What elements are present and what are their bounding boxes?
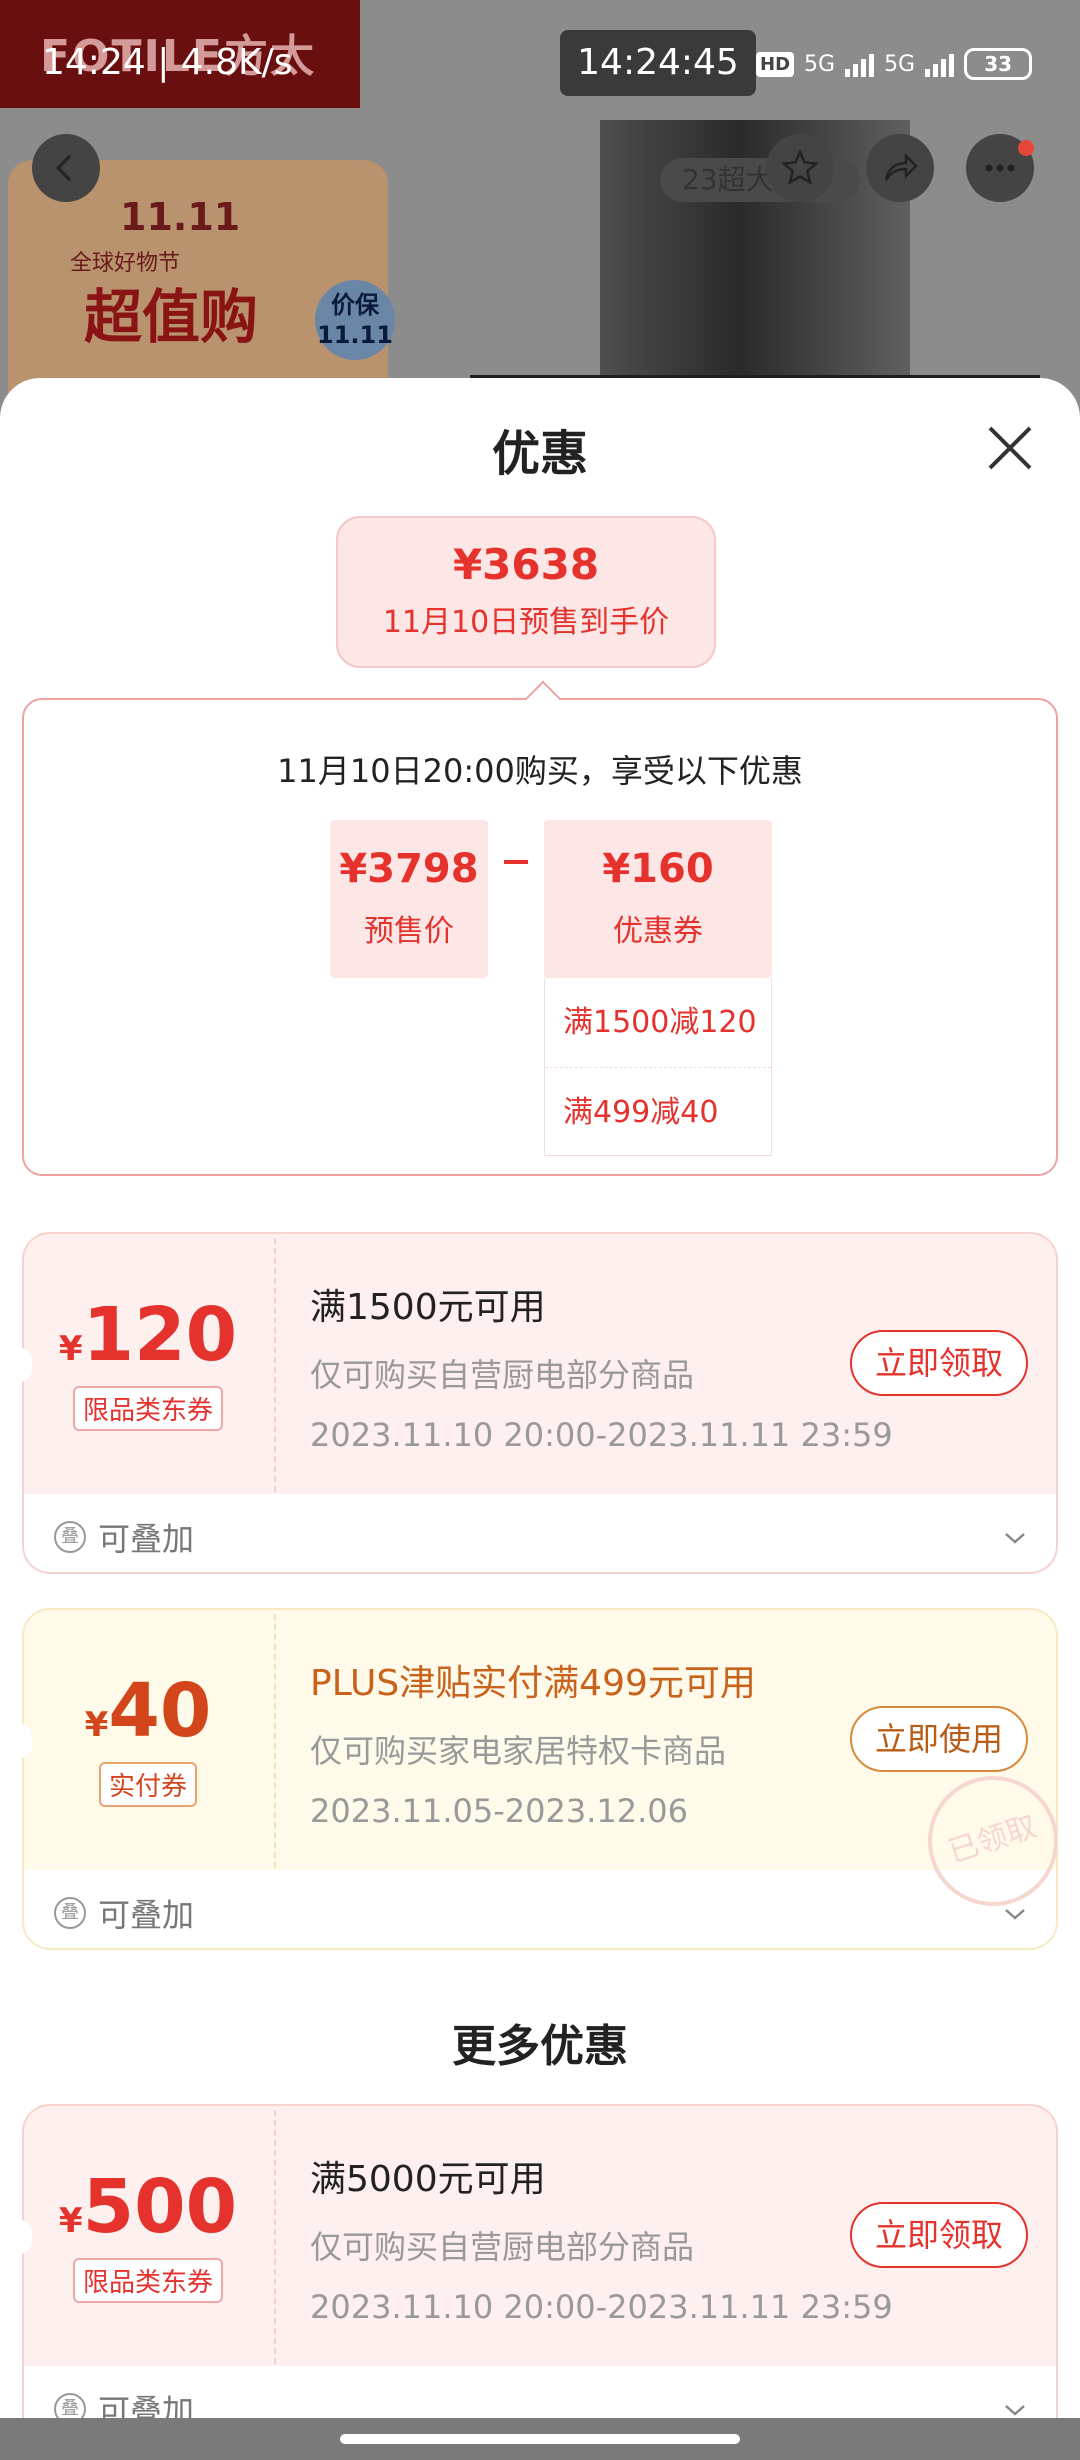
status-time-speed: 14:24 | 4.8K/s	[42, 42, 293, 83]
stack-icon: 叠	[54, 1521, 86, 1553]
more-discounts-heading: 更多优惠	[452, 2021, 628, 2072]
coupon-card: ¥40 实付券 PLUS津贴实付满499元可用 仅可购买家电家居特权卡商品 20…	[20, 1608, 1075, 1950]
stackable-toggle[interactable]: 叠 可叠加	[54, 2386, 194, 2418]
promo-title: 超值购	[84, 283, 259, 351]
stack-icon: 叠	[54, 2393, 86, 2418]
presale-price-label: 预售价	[364, 914, 454, 949]
chevron-down-icon[interactable]	[1000, 1904, 1030, 1924]
presale-price-cell: ¥3798 预售价	[330, 820, 488, 978]
coupon-amount: ¥500 限品类东券	[22, 2164, 274, 2303]
battery-icon: 33	[964, 48, 1033, 80]
share-icon	[884, 152, 918, 181]
coupon-validity: 2023.11.10 20:00-2023.11.11 23:59	[310, 2288, 893, 2326]
use-button[interactable]: 立即使用	[850, 1706, 1028, 1772]
coupon-value: 40	[108, 1668, 212, 1754]
stackable-toggle[interactable]: 叠 可叠加	[54, 1890, 194, 1936]
signal-icon	[845, 51, 875, 77]
share-button[interactable]	[866, 134, 934, 202]
minus-sign	[504, 860, 528, 864]
coupon-card: ¥120 限品类东券 满1500元可用 仅可购买自营厨电部分商品 2023.11…	[20, 1232, 1058, 1574]
chevron-down-icon[interactable]	[1000, 1528, 1030, 1548]
coupon-validity: 2023.11.10 20:00-2023.11.11 23:59	[310, 1416, 893, 1454]
coupon-scope: 仅可购买自营厨电部分商品	[310, 1356, 695, 1394]
coupon-divider	[274, 1614, 276, 1868]
sheet-title: 优惠	[491, 426, 588, 482]
coupon-condition: 满1500元可用	[310, 1287, 546, 1328]
close-button[interactable]	[980, 418, 1040, 478]
favorite-button[interactable]	[766, 134, 834, 202]
coupon-breakdown-list: 满1500减120 满499减40	[544, 978, 772, 1156]
more-icon	[985, 164, 1015, 172]
coupon-breakdown-item: 满1500减120	[563, 1005, 757, 1040]
stackable-label: 可叠加	[98, 2392, 195, 2418]
final-price: ¥3638	[452, 540, 600, 589]
discount-sheet: 优惠 ¥3638 11月10日预售到手价 11月10日20:00购买，享受以下优…	[0, 378, 1080, 2418]
home-indicator[interactable]	[340, 2434, 740, 2444]
close-icon	[988, 426, 1032, 470]
coupon-card: ¥500 限品类东券 满5000元可用 仅可购买自营厨电部分商品 2023.11…	[20, 2104, 1058, 2418]
presale-price-value: ¥3798	[339, 846, 479, 892]
coupon-scope: 仅可购买自营厨电部分商品	[310, 2228, 695, 2266]
network-label-1: 5G	[804, 51, 836, 77]
coupon-amount: ¥120 限品类东券	[22, 1292, 274, 1431]
coupon-total-label: 优惠券	[613, 914, 703, 949]
coupon-divider	[274, 2110, 276, 2364]
coupon-type-tag: 限品类东券	[72, 2258, 223, 2303]
coupon-condition: PLUS津贴实付满499元可用	[310, 1663, 756, 1704]
coupon-divider	[274, 1238, 276, 1492]
coupon-value: 120	[82, 1292, 238, 1378]
coupon-validity: 2023.11.05-2023.12.06	[310, 1792, 688, 1830]
status-indicators: HD 5G 5G 33	[756, 48, 1033, 80]
chevron-down-icon[interactable]	[1000, 2400, 1030, 2418]
currency-symbol: ¥	[58, 2201, 83, 2241]
chevron-left-icon	[55, 154, 72, 182]
coupon-info: 满5000元可用 仅可购买自营厨电部分商品 2023.11.10 20:00-2…	[310, 2150, 893, 2326]
network-label-2: 5G	[884, 51, 916, 77]
coupon-amount: ¥40 实付券	[22, 1668, 274, 1807]
back-button[interactable]	[32, 134, 100, 202]
claim-button[interactable]: 立即领取	[850, 2202, 1028, 2268]
status-clock: 14:24:45	[560, 30, 756, 96]
stackable-label: 可叠加	[98, 1896, 195, 1934]
coupon-info: 满1500元可用 仅可购买自营厨电部分商品 2023.11.10 20:00-2…	[310, 1278, 893, 1454]
claim-button[interactable]: 立即领取	[850, 1330, 1028, 1396]
currency-symbol: ¥	[84, 1705, 109, 1745]
calc-heading: 11月10日20:00购买，享受以下优惠	[277, 752, 803, 790]
coupon-total-value: ¥160	[602, 846, 714, 892]
coupon-info: PLUS津贴实付满499元可用 仅可购买家电家居特权卡商品 2023.11.05…	[310, 1654, 756, 1830]
stackable-label: 可叠加	[98, 1520, 195, 1558]
promo-1111-logo: 11.11	[120, 195, 241, 239]
coupon-type-tag: 实付券	[98, 1762, 197, 1807]
star-icon	[781, 148, 819, 186]
final-price-bubble: ¥3638 11月10日预售到手价	[336, 516, 716, 668]
stackable-toggle[interactable]: 叠 可叠加	[54, 1514, 194, 1560]
notification-dot	[1018, 140, 1034, 156]
hd-icon: HD	[756, 51, 795, 77]
stack-icon: 叠	[54, 1897, 86, 1929]
currency-symbol: ¥	[58, 1329, 83, 1369]
callout-notch	[524, 680, 562, 718]
signal-icon-2	[925, 51, 955, 77]
coupon-breakdown-item: 满499减40	[545, 1067, 771, 1156]
final-price-label: 11月10日预售到手价	[382, 605, 670, 640]
coupon-condition: 满5000元可用	[310, 2159, 546, 2200]
coupon-value: 500	[82, 2164, 238, 2250]
price-protect-badge: 价保 11.11	[315, 280, 395, 360]
price-calculation-box: 11月10日20:00购买，享受以下优惠 ¥3798 预售价 ¥160 优惠券 …	[22, 680, 1058, 1176]
coupon-type-tag: 限品类东券	[72, 1386, 223, 1431]
coupon-scope: 仅可购买家电家居特权卡商品	[310, 1732, 727, 1770]
coupon-total-cell: ¥160 优惠券	[544, 820, 772, 978]
